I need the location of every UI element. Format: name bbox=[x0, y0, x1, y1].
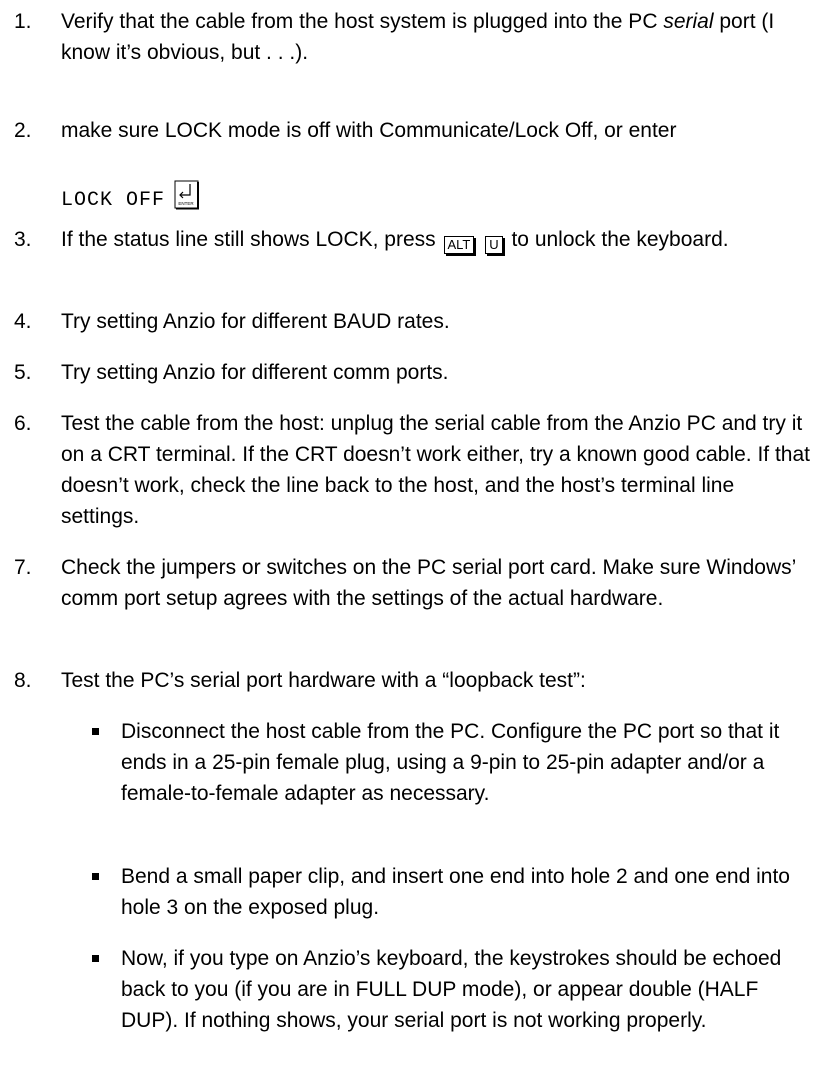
item-text: If the status line still shows LOCK, pre… bbox=[61, 228, 729, 254]
bullet-text: Bend a small paper clip, and insert one … bbox=[121, 865, 790, 919]
item-text: Try setting Anzio for different BAUD rat… bbox=[61, 310, 450, 333]
item-text: Verify that the cable from the host syst… bbox=[61, 10, 775, 64]
item-number: 7. bbox=[14, 556, 32, 579]
item-number: 2. bbox=[14, 119, 32, 142]
svg-text:ENTER: ENTER bbox=[178, 201, 194, 206]
item-number: 5. bbox=[14, 361, 32, 384]
command-text: LOCK OFF bbox=[61, 189, 166, 212]
alt-key-icon: ALT bbox=[443, 236, 475, 254]
bullet-icon bbox=[92, 873, 99, 880]
item-number: 8. bbox=[14, 669, 32, 692]
enter-key-icon: ENTER bbox=[174, 180, 200, 210]
u-key-icon: U bbox=[485, 236, 503, 254]
item-text: Try setting Anzio for different comm por… bbox=[61, 361, 449, 384]
item-number: 4. bbox=[14, 310, 32, 333]
emphasis-text: serial bbox=[663, 10, 714, 33]
item-number: 1. bbox=[14, 10, 32, 33]
item-number: 3. bbox=[14, 228, 32, 251]
bullet-text: Now, if you type on Anzio’s keyboard, th… bbox=[121, 947, 782, 1032]
bullet-icon bbox=[92, 728, 99, 735]
item-text: Test the PC’s serial port hardware with … bbox=[61, 669, 586, 692]
item-text: Test the cable from the host: unplug the… bbox=[61, 412, 810, 528]
troubleshooting-list: 1. Verify that the cable from the host s… bbox=[0, 0, 817, 1072]
bullet-text: Disconnect the host cable from the PC. C… bbox=[121, 720, 780, 805]
item-text: make sure LOCK mode is off with Communic… bbox=[61, 119, 677, 142]
item-text: Check the jumpers or switches on the PC … bbox=[61, 556, 796, 610]
item-number: 6. bbox=[14, 412, 32, 435]
bullet-icon bbox=[92, 955, 99, 962]
